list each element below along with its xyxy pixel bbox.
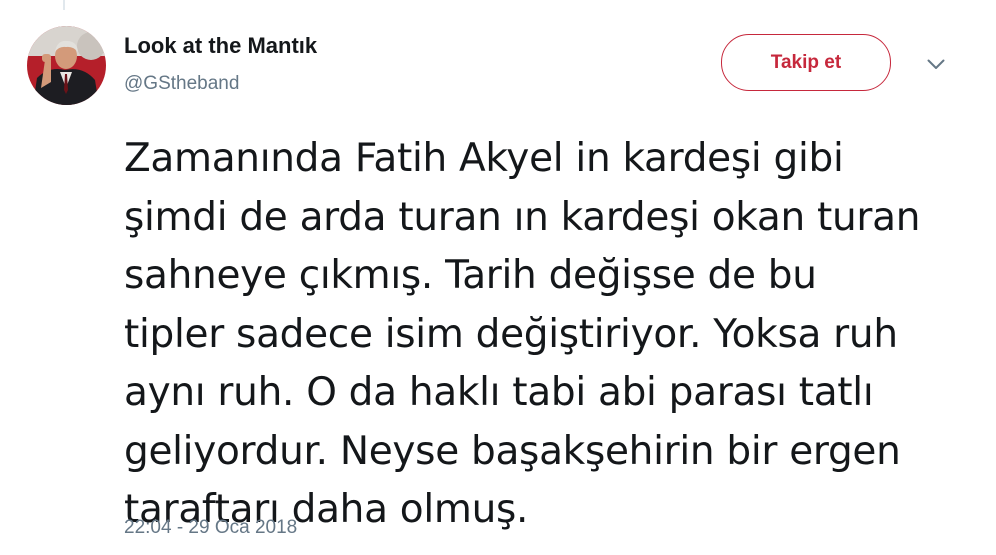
- profile-photo-icon: [27, 26, 106, 105]
- thread-connector-line: [63, 0, 65, 10]
- tweet-text-line: tipler sadece isim değiştiriyor. Yoksa r…: [124, 311, 898, 357]
- more-options-button[interactable]: [924, 55, 948, 73]
- tweet-timestamp[interactable]: 22:04 - 29 Oca 2018: [124, 517, 297, 539]
- tweet-text-line: şimdi de arda turan ın kardeşi okan tura…: [124, 194, 921, 240]
- tweet-text-line: Zamanında Fatih Akyel in kardeşi gibi: [124, 136, 844, 181]
- author-display-name[interactable]: Look at the Mantık: [124, 33, 317, 59]
- tweet-text-line: geliyordur. Neyse başakşehirin bir ergen: [124, 428, 901, 474]
- author-handle[interactable]: @GStheband: [124, 73, 239, 95]
- tweet-text-line: aynı ruh. O da haklı tabi abi parası tat…: [124, 370, 874, 415]
- tweet-text: Zamanında Fatih Akyel in kardeşi gibi şi…: [124, 130, 954, 540]
- chevron-down-icon: [927, 59, 945, 69]
- follow-button[interactable]: Takip et: [721, 34, 891, 91]
- author-avatar[interactable]: [27, 26, 106, 105]
- tweet-text-line: sahneye çıkmış. Tarih değişse de bu: [124, 253, 817, 298]
